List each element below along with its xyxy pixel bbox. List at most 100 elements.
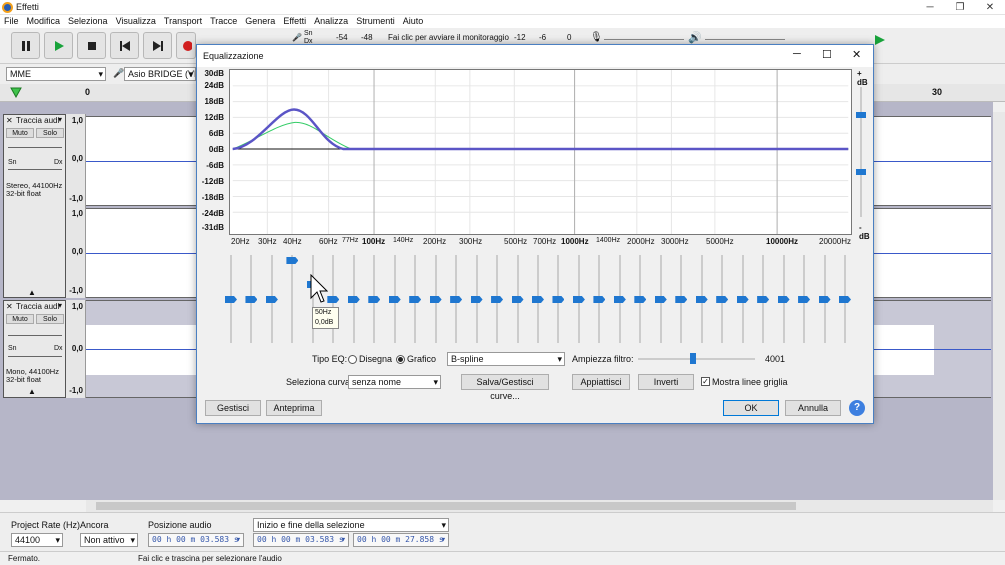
gain-range-slider[interactable]	[860, 87, 862, 217]
record-button[interactable]	[176, 32, 196, 59]
menu-file[interactable]: File	[4, 15, 19, 28]
host-select[interactable]: MME	[6, 67, 106, 81]
eq-band-thumb[interactable]	[327, 296, 340, 303]
pan-slider[interactable]	[8, 169, 62, 170]
eq-curve-graph[interactable]	[229, 69, 852, 235]
gain-slider[interactable]	[8, 335, 62, 336]
minimize-icon[interactable]: ─	[915, 0, 945, 15]
pause-button[interactable]	[11, 32, 40, 59]
pan-slider[interactable]	[8, 356, 62, 357]
menu-seleziona[interactable]: Seleziona	[68, 15, 108, 28]
input-device-select[interactable]: Asio BRIDGE (VB-Au	[124, 67, 196, 81]
menu-tracce[interactable]: Tracce	[210, 15, 237, 28]
track-menu-icon[interactable]: ▾	[58, 115, 62, 124]
maximize-icon[interactable]: ☐	[822, 48, 832, 61]
selection-mode-select[interactable]: Inizio e fine della selezione	[253, 518, 449, 532]
eq-band-slider[interactable]	[291, 255, 294, 343]
project-rate-select[interactable]: 44100	[11, 533, 63, 547]
close-icon[interactable]: ✕	[852, 48, 861, 61]
eq-band-thumb[interactable]	[695, 296, 708, 303]
eq-band-thumb[interactable]	[757, 296, 770, 303]
collapse-icon[interactable]: ▲	[28, 288, 36, 297]
eq-band-thumb[interactable]	[613, 296, 626, 303]
eq-band-thumb[interactable]	[409, 296, 422, 303]
close-track-icon[interactable]: ✕	[6, 116, 13, 125]
scroll-thumb[interactable]	[96, 502, 796, 510]
selection-start-field[interactable]: 00 h 00 m 03.583 s	[253, 533, 349, 547]
eq-band-thumb[interactable]	[225, 296, 237, 303]
monitor-hint[interactable]: Fai clic per avviare il monitoraggio	[388, 33, 509, 42]
menu-effetti[interactable]: Effetti	[283, 15, 306, 28]
eq-band-thumb[interactable]	[388, 296, 401, 303]
collapse-icon[interactable]: ▲	[28, 387, 36, 396]
eq-band-thumb[interactable]	[245, 296, 258, 303]
eq-band-thumb[interactable]	[634, 296, 647, 303]
menu-transport[interactable]: Transport	[164, 15, 202, 28]
maximize-icon[interactable]: ❐	[945, 0, 975, 15]
horizontal-scrollbar[interactable]	[86, 500, 993, 512]
invert-button[interactable]: Inverti	[638, 374, 694, 390]
snap-select[interactable]: Non attivo	[80, 533, 138, 547]
eq-band-thumb[interactable]	[798, 296, 811, 303]
filter-length-thumb[interactable]	[690, 353, 696, 364]
menu-analizza[interactable]: Analizza	[314, 15, 348, 28]
preview-button[interactable]: Anteprima	[266, 400, 322, 416]
close-track-icon[interactable]: ✕	[6, 302, 13, 311]
mic-volume-slider[interactable]	[604, 39, 684, 40]
eq-band-thumb[interactable]	[429, 296, 442, 303]
interpolation-select[interactable]: B-spline	[447, 352, 565, 366]
close-icon[interactable]: ✕	[975, 0, 1005, 15]
max-db-thumb[interactable]	[856, 112, 866, 118]
eq-band-thumb[interactable]	[511, 296, 524, 303]
min-db-thumb[interactable]	[856, 169, 866, 175]
eq-band-thumb[interactable]	[593, 296, 606, 303]
play-button[interactable]	[44, 32, 73, 59]
menu-modifica[interactable]: Modifica	[27, 15, 61, 28]
track-name[interactable]: Traccia audi	[16, 302, 59, 311]
eq-band-thumb[interactable]	[450, 296, 463, 303]
skip-end-button[interactable]	[143, 32, 172, 59]
draw-radio-label[interactable]: Disegna	[359, 354, 392, 364]
eq-band-thumb[interactable]	[491, 296, 504, 303]
eq-band-thumb[interactable]	[654, 296, 667, 303]
menu-visualizza[interactable]: Visualizza	[116, 15, 156, 28]
filter-length-slider[interactable]	[638, 358, 755, 360]
eq-band-thumb[interactable]	[286, 257, 299, 264]
menu-genera[interactable]: Genera	[245, 15, 275, 28]
curve-select[interactable]: senza nome	[348, 375, 441, 389]
eq-band-thumb[interactable]	[552, 296, 565, 303]
grid-lines-label[interactable]: Mostra linee griglia	[712, 377, 788, 387]
cancel-button[interactable]: Annulla	[785, 400, 841, 416]
eq-band-thumb[interactable]	[839, 296, 851, 303]
graphic-radio-label[interactable]: Grafico	[407, 354, 436, 364]
solo-button[interactable]: Solo	[36, 314, 64, 324]
eq-band-thumb[interactable]	[736, 296, 749, 303]
eq-band-thumb[interactable]	[675, 296, 688, 303]
track-name[interactable]: Traccia audi	[16, 116, 59, 125]
eq-band-thumb[interactable]	[532, 296, 544, 303]
manage-button[interactable]: Gestisci	[205, 400, 261, 416]
menu-aiuto[interactable]: Aiuto	[403, 15, 424, 28]
stop-button[interactable]	[77, 32, 106, 59]
vertical-scrollbar[interactable]	[993, 112, 1005, 500]
ok-button[interactable]: OK	[723, 400, 779, 416]
eq-band-thumb[interactable]	[347, 296, 360, 303]
draw-radio[interactable]	[348, 355, 357, 364]
eq-band-thumb[interactable]	[265, 296, 278, 303]
menu-strumenti[interactable]: Strumenti	[356, 15, 395, 28]
mute-button[interactable]: Muto	[6, 314, 34, 324]
skip-start-button[interactable]	[110, 32, 139, 59]
help-icon[interactable]: ?	[849, 400, 865, 416]
minimize-icon[interactable]: ─	[793, 48, 801, 60]
eq-band-thumb[interactable]	[818, 296, 831, 303]
gain-slider[interactable]	[8, 147, 62, 148]
graphic-radio[interactable]	[396, 355, 405, 364]
playback-volume-slider[interactable]	[705, 39, 785, 40]
save-manage-curves-button[interactable]: Salva/Gestisci curve...	[461, 374, 549, 401]
flatten-button[interactable]: Appiattisci	[572, 374, 630, 390]
mute-button[interactable]: Muto	[6, 128, 34, 138]
grid-lines-checkbox[interactable]: ✓	[701, 377, 710, 386]
solo-button[interactable]: Solo	[36, 128, 64, 138]
eq-band-thumb[interactable]	[716, 296, 729, 303]
eq-band-thumb[interactable]	[368, 296, 381, 303]
